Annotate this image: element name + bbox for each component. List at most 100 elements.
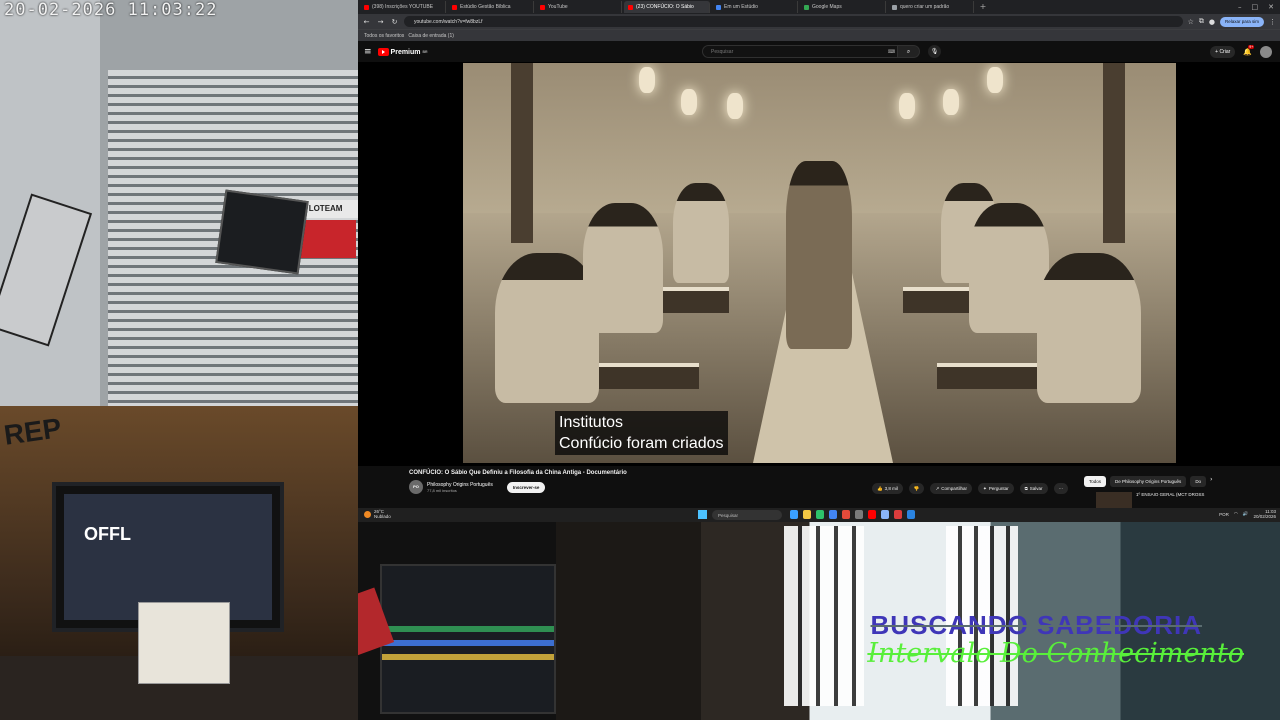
browser-tab[interactable]: YouTube bbox=[536, 1, 622, 13]
video-actions: 👍 3,8 mil 👎 ↗ Compartilhar ✦ Perguntar ⧉ Salvar ⋯ bbox=[872, 483, 1069, 494]
chip-channel[interactable]: De Philosophy Origins Português bbox=[1110, 476, 1187, 487]
browser-tab[interactable]: Estúdio Gestão Bíblica bbox=[448, 1, 534, 13]
youtube-header-actions: + Criar 🔔 9+ bbox=[1210, 45, 1272, 58]
lantern bbox=[987, 67, 1003, 93]
weather-widget[interactable]: 26°C Nublado bbox=[364, 509, 391, 519]
volume-icon[interactable]: 🔊 bbox=[1243, 511, 1249, 517]
new-tab-button[interactable]: + bbox=[978, 2, 988, 12]
maximize-icon[interactable]: □ bbox=[1252, 3, 1259, 11]
camera-feed-street: MPRA · VENDA · LOTEAM 20-02-2026 11:03:2… bbox=[0, 0, 358, 406]
browser-tab[interactable]: (398) Inscrições YOUTUBE bbox=[360, 1, 446, 13]
tab-favicon-icon bbox=[628, 4, 633, 10]
youtube-logo-text: Premium bbox=[390, 48, 421, 56]
taskbar-search[interactable]: Pesquisar bbox=[712, 510, 782, 520]
channel-info: Philosophy Origins Português 77,8 mil in… bbox=[427, 482, 493, 493]
taskbar-app-icon[interactable] bbox=[868, 510, 876, 519]
action-label: Perguntar bbox=[988, 486, 1009, 491]
taskbar-app-icon[interactable] bbox=[842, 510, 850, 519]
lantern bbox=[899, 93, 915, 119]
taskbar-app-icon[interactable] bbox=[790, 510, 798, 519]
window-controls: – □ ✕ bbox=[1238, 3, 1280, 11]
chip-more[interactable]: Do bbox=[1190, 476, 1207, 487]
browser-tab[interactable]: Google Maps bbox=[800, 1, 886, 13]
account-avatar[interactable] bbox=[1260, 46, 1272, 58]
camera-feed-desk: REP OFFL bbox=[0, 406, 358, 720]
tab-favicon-icon bbox=[716, 4, 721, 10]
video-editor-screen bbox=[380, 564, 556, 714]
scholar-figure bbox=[583, 203, 663, 333]
relaunch-button[interactable]: Relaxar para sim bbox=[1219, 16, 1264, 27]
clock[interactable]: 11:03 20/02/2026 bbox=[1253, 509, 1276, 519]
taskbar-app-icon[interactable] bbox=[855, 510, 863, 519]
search-icon[interactable]: ⌕ bbox=[898, 45, 920, 58]
like-button[interactable]: 👍 3,8 mil bbox=[872, 483, 903, 494]
address-bar[interactable]: youtube.com/watch?v=fw8bzLf bbox=[404, 16, 1183, 27]
wifi-icon[interactable]: ◠ bbox=[1234, 511, 1238, 517]
tab-favicon-icon bbox=[892, 4, 897, 10]
save-button[interactable]: ⧉ Salvar bbox=[1019, 483, 1048, 494]
keyboard-icon[interactable]: ⌨ bbox=[888, 49, 895, 55]
tab-strip: (398) Inscrições YOUTUBE Estúdio Gestão B… bbox=[358, 0, 1280, 14]
taskbar-app-icon[interactable] bbox=[803, 510, 811, 519]
ask-button[interactable]: ✦ Perguntar bbox=[978, 483, 1014, 494]
youtube-play-icon bbox=[377, 48, 389, 56]
tab-label: YouTube bbox=[548, 4, 568, 10]
youtube-search-input[interactable]: Pesquisar bbox=[702, 45, 898, 58]
language-indicator[interactable]: POR bbox=[1219, 512, 1229, 517]
taskbar-app-icon[interactable] bbox=[829, 510, 837, 519]
bookmark-star-icon[interactable]: ☆ bbox=[1188, 18, 1194, 26]
tab-label: Em um Estúdio bbox=[724, 4, 758, 10]
notification-count: 9+ bbox=[1248, 45, 1255, 49]
close-icon[interactable]: ✕ bbox=[1268, 3, 1274, 11]
subscribe-button[interactable]: Inscrever-se bbox=[506, 481, 546, 493]
minimize-icon[interactable]: – bbox=[1238, 3, 1242, 11]
tab-label: Estúdio Gestão Bíblica bbox=[460, 4, 511, 10]
taskbar-app-icon[interactable] bbox=[894, 510, 902, 519]
channel-avatar[interactable]: PO bbox=[409, 480, 423, 494]
taskbar-app-icon[interactable] bbox=[907, 510, 915, 519]
caption-line: Confúcio foram criados bbox=[559, 435, 724, 452]
menu-icon[interactable]: ≡ bbox=[364, 47, 372, 57]
channel-subscriber-count: 77,8 mil inscritos bbox=[427, 487, 457, 493]
more-icon: ⋯ bbox=[1058, 485, 1064, 491]
bookmark-item[interactable]: Caixa de entrada (1) bbox=[408, 33, 454, 39]
taskbar-app-icon[interactable] bbox=[881, 510, 889, 519]
like-icon: 👍 bbox=[877, 485, 883, 491]
weather-icon bbox=[364, 510, 371, 518]
profile-icon[interactable]: ● bbox=[1209, 18, 1215, 26]
extensions-icon[interactable]: ⧉ bbox=[1199, 17, 1204, 26]
taskbar-app-icon[interactable] bbox=[816, 510, 824, 519]
back-icon[interactable]: ← bbox=[362, 18, 371, 26]
teacher-figure bbox=[786, 161, 852, 349]
monitor-text: OFFL bbox=[84, 524, 131, 544]
more-button[interactable]: ⋯ bbox=[1053, 483, 1069, 494]
forward-icon[interactable]: → bbox=[376, 18, 385, 26]
hanging-laptop bbox=[215, 189, 309, 275]
browser-tab[interactable]: (23) CONFÚCIO: O Sábio bbox=[624, 1, 710, 13]
scholar-figure bbox=[673, 183, 729, 283]
browser-tab[interactable]: Em um Estúdio bbox=[712, 1, 798, 13]
menu-kebab-icon[interactable]: ⋮ bbox=[1269, 18, 1276, 26]
video-title: CONFÚCIO: O Sábio Que Definiu a Filosofi… bbox=[409, 470, 627, 476]
browser-tab[interactable]: quero criar um padrão bbox=[888, 1, 974, 13]
notifications-bell-icon[interactable]: 🔔 9+ bbox=[1243, 45, 1255, 56]
dislike-button[interactable]: 👎 bbox=[908, 483, 925, 494]
related-video-title[interactable]: 1º ENSAIO GERAL (MCT DROSS bbox=[1136, 492, 1278, 497]
related-video-thumbnail[interactable] bbox=[1096, 492, 1132, 508]
microphone-icon[interactable]: 🎙 bbox=[928, 45, 941, 58]
create-button[interactable]: + Criar bbox=[1210, 46, 1236, 58]
chevron-right-icon[interactable]: › bbox=[1210, 476, 1212, 487]
start-button[interactable] bbox=[698, 510, 707, 519]
related-chips: Todos De Philosophy Origins Português Do… bbox=[1084, 476, 1212, 487]
chip-all[interactable]: Todos bbox=[1084, 476, 1107, 487]
lantern bbox=[727, 93, 743, 119]
video-frame[interactable]: Institutos Confúcio foram criados bbox=[463, 63, 1176, 463]
video-player[interactable]: Institutos Confúcio foram criados bbox=[358, 62, 1280, 466]
reload-icon[interactable]: ↻ bbox=[390, 18, 399, 26]
camera-timestamp: 20-02-2026 11:03:22 bbox=[4, 0, 218, 20]
scholar-figure bbox=[1037, 253, 1141, 403]
bookmark-item[interactable]: Todos os favoritos bbox=[364, 33, 404, 39]
share-button[interactable]: ↗ Compartilhar bbox=[930, 483, 973, 494]
dislike-icon: 👎 bbox=[913, 485, 920, 491]
youtube-logo[interactable]: Premium BR bbox=[377, 48, 428, 56]
